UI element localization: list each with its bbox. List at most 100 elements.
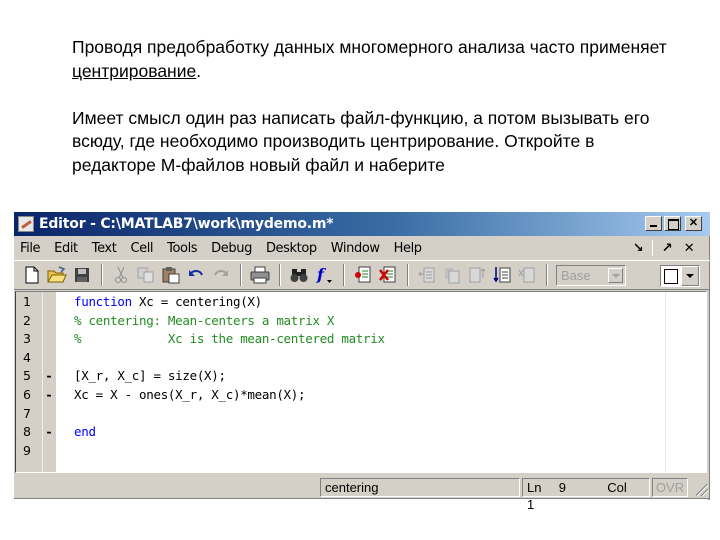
menu-separator	[652, 240, 653, 256]
chevron-down-icon[interactable]	[681, 266, 699, 286]
comment: % Xc is the mean-centered matrix	[74, 331, 385, 347]
code-text: [X_r, X_c] = size(X);	[74, 367, 226, 386]
exit-debug-icon[interactable]	[515, 264, 539, 286]
code-editor[interactable]: 1 function Xc = centering(X) 2 % centering:…	[15, 291, 707, 473]
code-line[interactable]: 2 % centering: Mean-centers a matrix X	[16, 312, 706, 331]
col-label: Col	[607, 480, 627, 495]
chevron-down-icon[interactable]	[608, 267, 623, 283]
toolbar-separator	[407, 264, 409, 286]
line-number: 3	[23, 331, 31, 347]
save-icon[interactable]	[70, 264, 94, 286]
copy-icon[interactable]	[134, 264, 158, 286]
menu-edit[interactable]: Edit	[47, 241, 85, 256]
intro-period: .	[196, 60, 202, 81]
menu-bar: File Edit Text Cell Tools Debug Desktop …	[14, 236, 710, 260]
toolbar-separator	[240, 264, 242, 286]
step-in-icon[interactable]	[440, 264, 464, 286]
status-cursor-position: Ln 9 Col 1	[522, 478, 650, 512]
menu-cell[interactable]: Cell	[123, 241, 160, 256]
code-line[interactable]: 8- end	[16, 423, 706, 442]
line-number: 1	[23, 294, 31, 309]
code-token: Xc = centering(X)	[131, 294, 262, 309]
editor-app-icon	[18, 216, 34, 232]
slide-text: Проводя предобработку данных многомерног…	[72, 36, 672, 177]
toolbar-separator	[101, 264, 103, 286]
toolbar-separator	[546, 264, 548, 286]
line-number: 7	[23, 405, 31, 421]
code-line[interactable]: 1 function Xc = centering(X)	[16, 293, 706, 312]
code-text: function Xc = centering(X)	[74, 293, 262, 312]
breakpoint-marker[interactable]: -	[42, 367, 56, 386]
code-text: % Xc is the mean-centered matrix	[74, 330, 385, 349]
code-line[interactable]: 9	[16, 442, 706, 461]
set-breakpoint-icon[interactable]	[351, 264, 375, 286]
step-icon[interactable]	[415, 264, 439, 286]
new-file-icon[interactable]	[20, 264, 44, 286]
code-line[interactable]: 7	[16, 405, 706, 424]
step-out-icon[interactable]	[465, 264, 489, 286]
code-line[interactable]: 5- [X_r, X_c] = size(X);	[16, 367, 706, 386]
resize-grip[interactable]	[696, 484, 708, 496]
paragraph-intro: Проводя предобработку данных многомерног…	[72, 36, 672, 83]
stack-combo-value: Base	[561, 267, 591, 283]
menu-debug[interactable]: Debug	[204, 241, 259, 256]
close-button[interactable]: ✕	[685, 216, 702, 231]
status-overwrite-mode: OVR	[652, 478, 688, 497]
redo-icon[interactable]	[209, 264, 233, 286]
clear-breakpoints-icon[interactable]	[376, 264, 400, 286]
toolbar: f Base	[14, 260, 710, 290]
line-number: 4	[23, 349, 31, 365]
line-number: 6	[23, 387, 31, 402]
ln-label: Ln	[527, 480, 542, 495]
keyword: end	[74, 424, 96, 440]
stack-combo[interactable]: Base	[556, 264, 626, 286]
line-number: 8	[23, 424, 31, 440]
code-token: [X_r, X_c] = size(X);	[74, 368, 226, 384]
breakpoint-marker[interactable]: -	[42, 386, 56, 405]
comment: % centering: Mean-centers a matrix X	[74, 312, 335, 328]
menu-window[interactable]: Window	[324, 241, 387, 256]
menu-file[interactable]: File	[14, 241, 47, 256]
continue-icon[interactable]	[490, 264, 514, 286]
status-bar: centering Ln 9 Col 1 OVR	[14, 476, 710, 512]
code-line[interactable]: 3 % Xc is the mean-centered matrix	[16, 330, 706, 349]
code-line[interactable]: 4	[16, 349, 706, 368]
code-line[interactable]: 6- Xc = X - ones(X_r, X_c)*mean(X);	[16, 386, 706, 405]
matlab-editor-window: Editor - C:\MATLAB7\work\mydemo.m* ✕ Fil…	[14, 212, 710, 512]
close-document-icon[interactable]: ✕	[678, 241, 700, 256]
menu-desktop[interactable]: Desktop	[259, 241, 324, 256]
toolbar-separator	[279, 264, 281, 286]
code-token: Xc = X - ones(X_r, X_c)*mean(X);	[74, 387, 306, 402]
find-binoculars-icon[interactable]	[287, 264, 311, 286]
centering-link[interactable]: центрирование	[72, 61, 196, 81]
line-number: 9	[23, 442, 31, 458]
intro-text: Проводя предобработку данных многомерног…	[72, 37, 667, 57]
undo-icon[interactable]	[184, 264, 208, 286]
menu-text[interactable]: Text	[85, 241, 124, 256]
open-file-icon[interactable]	[45, 264, 69, 286]
title-bar[interactable]: Editor - C:\MATLAB7\work\mydemo.m* ✕	[14, 212, 710, 236]
status-function-name: centering	[320, 478, 520, 497]
svg-text:f: f	[316, 266, 327, 284]
line-number: 2	[23, 312, 31, 328]
minimize-button[interactable]	[645, 216, 662, 231]
cut-icon[interactable]	[109, 264, 133, 286]
menu-tools[interactable]: Tools	[160, 241, 204, 256]
keyword: function	[74, 294, 132, 309]
line-number: 5	[23, 368, 31, 384]
code-text: end	[74, 423, 96, 442]
toolbar-separator	[343, 264, 345, 286]
code-text: % centering: Mean-centers a matrix X	[74, 312, 334, 331]
undock-icon[interactable]: ↘	[627, 241, 649, 256]
dock-icon[interactable]: ↗	[656, 241, 678, 256]
breakpoint-marker[interactable]: -	[42, 423, 56, 442]
menu-help[interactable]: Help	[387, 241, 429, 256]
cell-mode-dropdown[interactable]	[660, 265, 700, 287]
print-icon[interactable]	[248, 264, 272, 286]
maximize-button[interactable]	[664, 216, 681, 231]
code-text: Xc = X - ones(X_r, X_c)*mean(X);	[74, 386, 306, 405]
cell-square-icon	[661, 266, 681, 286]
paste-icon[interactable]	[159, 264, 183, 286]
ln-value: 9	[558, 480, 566, 495]
function-icon[interactable]: f	[312, 264, 336, 286]
